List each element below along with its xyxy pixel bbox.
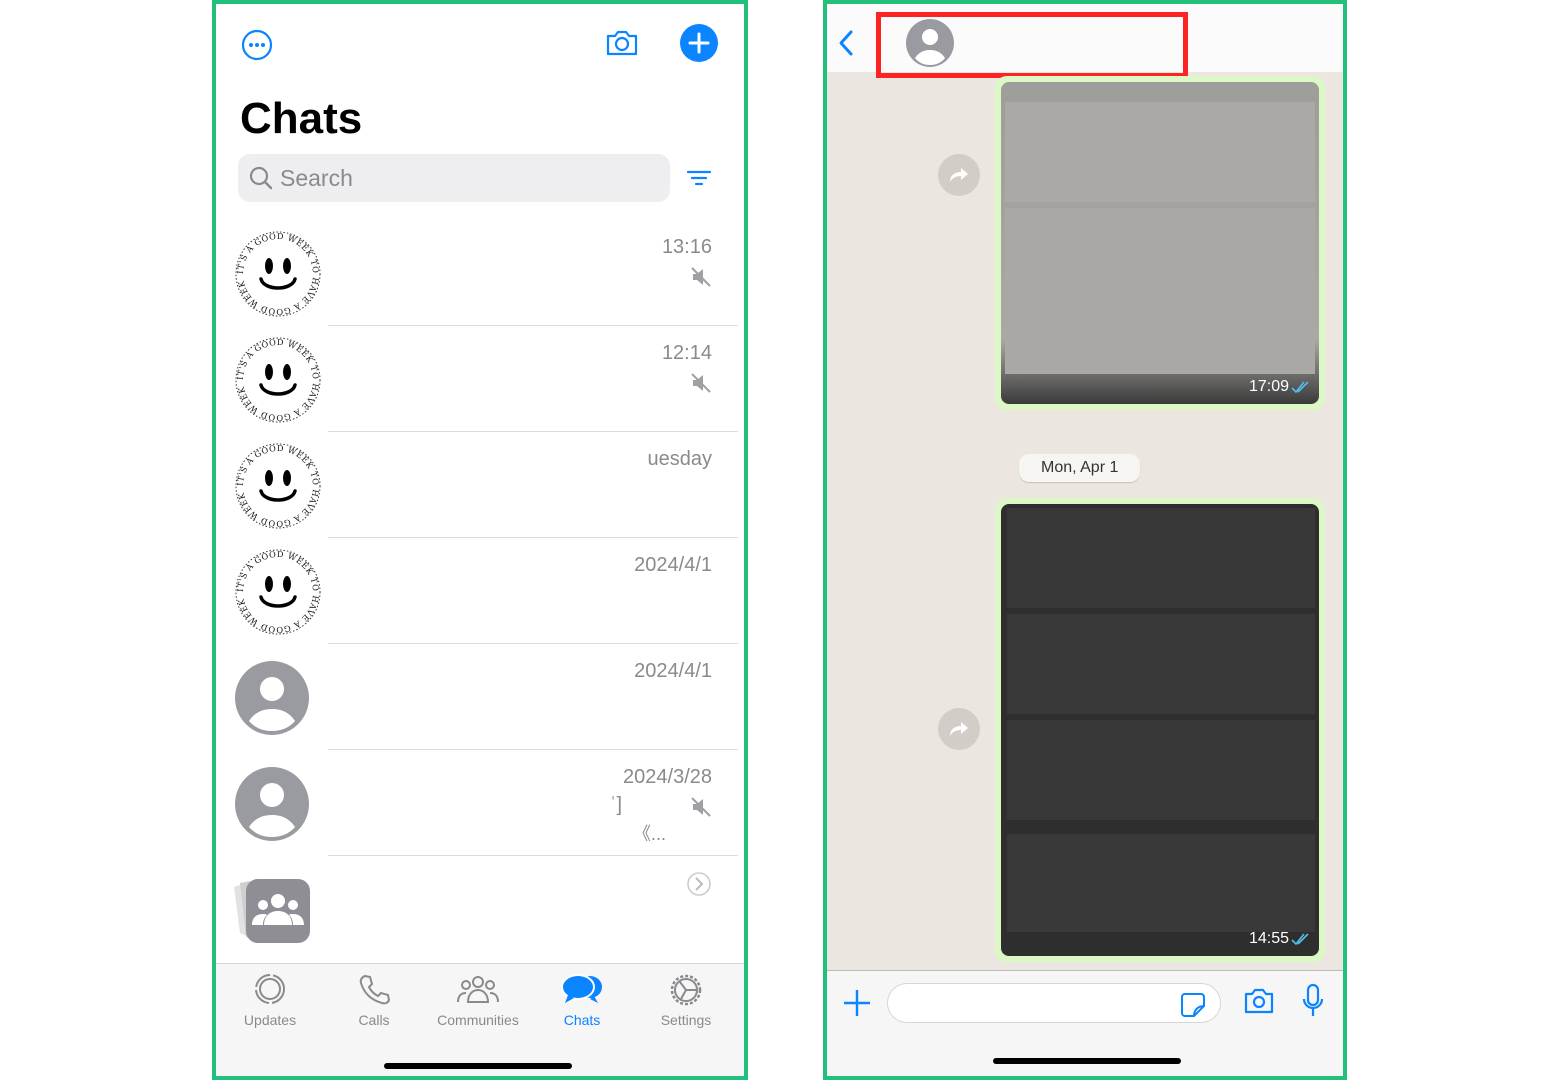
forward-button[interactable] xyxy=(938,708,980,750)
search-placeholder: Search xyxy=(280,164,353,191)
conversation-screen: 17:09 Mon, Apr 1 14:55 xyxy=(823,0,1347,1080)
plus-icon xyxy=(688,32,710,54)
filter-icon xyxy=(686,170,712,186)
chat-time: 2024/4/1 xyxy=(634,554,712,576)
chats-list-screen: Chats Search IT'S A GOOD WEEK TO HAVE A … xyxy=(212,0,748,1080)
search-icon xyxy=(249,166,273,190)
community-icon xyxy=(226,875,316,950)
chat-time: 12:14 xyxy=(661,342,712,364)
chevron-right-button[interactable] xyxy=(686,871,712,902)
chat-preview: 《... xyxy=(632,824,666,844)
smiley-avatar: IT'S A GOOD WEEK TO HAVE A GOOD WEEK xyxy=(234,548,322,641)
sticker-icon[interactable] xyxy=(1180,992,1206,1018)
message-time: 17:09 xyxy=(1248,378,1289,395)
chat-time: uesday xyxy=(647,448,713,470)
more-options-button[interactable] xyxy=(240,28,274,67)
filter-button[interactable] xyxy=(686,168,712,193)
muted-icon xyxy=(690,266,712,293)
gear-icon xyxy=(636,972,736,1008)
plus-icon xyxy=(844,990,870,1016)
double-check-icon xyxy=(1291,933,1309,946)
phone-icon xyxy=(324,972,424,1008)
updates-icon xyxy=(220,972,320,1008)
image-placeholder: 14:55 xyxy=(1001,504,1319,956)
muted-icon xyxy=(690,372,712,399)
tab-label: Calls xyxy=(358,1012,390,1028)
attach-button[interactable] xyxy=(841,987,873,1024)
chat-preview: ˈ] xyxy=(609,794,622,816)
new-chat-button[interactable] xyxy=(680,24,718,62)
camera-button[interactable] xyxy=(604,26,640,65)
highlight-box xyxy=(876,12,1188,78)
tab-label: Settings xyxy=(660,1012,712,1028)
camera-icon xyxy=(606,30,638,56)
chat-row[interactable]: IT'S A GOOD WEEK TO HAVE A GOOD WEEK 13:… xyxy=(216,220,738,326)
smiley-avatar: IT'S A GOOD WEEK TO HAVE A GOOD WEEK xyxy=(234,336,322,429)
chat-row[interactable]: IT'S A GOOD WEEK TO HAVE A GOOD WEEK 202… xyxy=(216,538,738,644)
forward-icon xyxy=(950,168,968,182)
tab-settings[interactable]: Settings xyxy=(636,972,736,1028)
tab-label: Communities xyxy=(437,1012,519,1028)
camera-icon xyxy=(1244,988,1274,1014)
tab-updates[interactable]: Updates xyxy=(220,972,320,1028)
communities-row[interactable] xyxy=(216,857,738,963)
person-avatar-icon xyxy=(234,654,310,741)
tab-label: Chats xyxy=(563,1012,601,1028)
ellipsis-circle-icon xyxy=(241,29,273,61)
smiley-avatar: IT'S A GOOD WEEK TO HAVE A GOOD WEEK xyxy=(234,442,322,535)
forward-button[interactable] xyxy=(938,154,980,196)
smiley-avatar: IT'S A GOOD WEEK TO HAVE A GOOD WEEK xyxy=(234,230,322,323)
message-bubble-image[interactable]: 14:55 xyxy=(995,498,1325,962)
chat-row[interactable]: 2024/4/1 xyxy=(216,644,738,750)
message-input[interactable] xyxy=(887,983,1221,1023)
chat-row[interactable]: IT'S A GOOD WEEK TO HAVE A GOOD WEEK ues… xyxy=(216,432,738,538)
tab-chats[interactable]: Chats xyxy=(532,972,632,1028)
chats-icon xyxy=(532,972,632,1008)
date-separator: Mon, Apr 1 xyxy=(1019,454,1141,482)
page-title: Chats xyxy=(240,94,363,143)
message-input-bar xyxy=(827,970,1343,1076)
tab-bar: Updates Calls Communities Chats Settings xyxy=(216,963,744,1076)
message-time: 14:55 xyxy=(1248,930,1289,947)
double-check-icon xyxy=(1291,381,1309,394)
image-placeholder: 17:09 xyxy=(1001,82,1319,404)
message-bubble-image[interactable]: 17:09 xyxy=(995,76,1325,410)
search-input[interactable]: Search xyxy=(238,154,670,202)
chat-time: 2024/3/28 xyxy=(623,766,712,788)
voice-message-button[interactable] xyxy=(1301,983,1325,1024)
chat-time: 13:16 xyxy=(661,236,712,258)
chat-time: 2024/4/1 xyxy=(634,660,712,682)
communities-icon xyxy=(428,972,528,1008)
microphone-icon xyxy=(1302,983,1324,1016)
camera-button[interactable] xyxy=(1243,987,1275,1020)
home-indicator xyxy=(993,1058,1181,1064)
divider xyxy=(328,855,738,856)
back-button[interactable] xyxy=(835,28,857,63)
chevron-left-icon xyxy=(839,30,853,56)
person-avatar-icon xyxy=(234,760,310,847)
chat-row[interactable]: 2024/3/28 ˈ] 《... xyxy=(216,750,738,856)
muted-icon xyxy=(690,796,712,823)
tab-label: Updates xyxy=(243,1012,297,1028)
chat-row[interactable]: IT'S A GOOD WEEK TO HAVE A GOOD WEEK 12:… xyxy=(216,326,738,432)
chevron-right-circle-icon xyxy=(687,872,711,896)
forward-icon xyxy=(950,722,968,736)
tab-calls[interactable]: Calls xyxy=(324,972,424,1028)
tab-communities[interactable]: Communities xyxy=(428,972,528,1028)
home-indicator xyxy=(384,1063,572,1069)
